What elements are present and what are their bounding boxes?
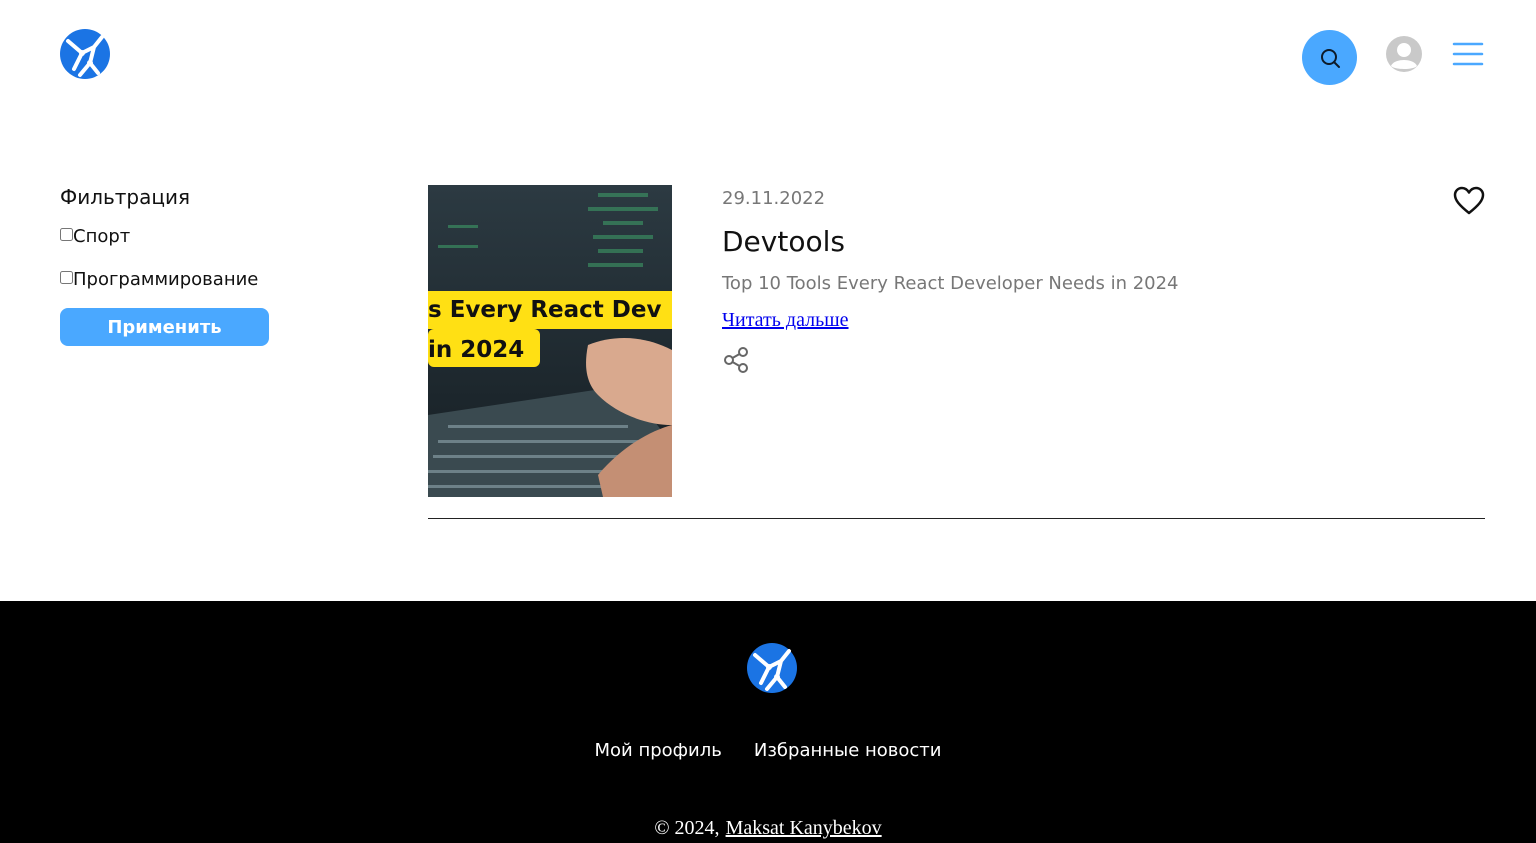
filter-option-sport[interactable]: Спорт	[60, 224, 300, 248]
footer-link-favorite-news[interactable]: Избранные новости	[754, 740, 942, 761]
filter-panel: Фильтрация Спорт Программирование Примен…	[60, 182, 300, 346]
user-avatar-icon[interactable]	[1386, 36, 1422, 72]
news-title: Devtools	[722, 225, 845, 258]
author-link[interactable]: Maksat Kanybekov	[726, 817, 882, 839]
globe-logo-icon[interactable]	[60, 29, 110, 79]
filter-checkbox-sport[interactable]	[60, 227, 73, 241]
news-card: s Every React Dev in 2024 29.11.2022 Dev…	[428, 185, 1485, 519]
share-icon[interactable]	[722, 346, 750, 374]
filter-title: Фильтрация	[60, 185, 191, 209]
news-date: 29.11.2022	[722, 188, 826, 209]
news-thumbnail[interactable]: s Every React Dev in 2024	[428, 185, 672, 497]
heart-icon[interactable]	[1453, 186, 1485, 216]
site-footer: Мой профиль Избранные новости © 2024, Mak…	[0, 601, 1536, 843]
site-header	[0, 0, 1536, 110]
footer-link-my-profile[interactable]: Мой профиль	[595, 740, 722, 761]
footer-nav: Мой профиль Избранные новости	[0, 740, 1536, 761]
copyright-text: © 2024,	[654, 817, 720, 839]
news-description: Top 10 Tools Every React Developer Needs…	[722, 273, 1179, 294]
copyright: © 2024, Maksat Kanybekov	[0, 817, 1536, 840]
hamburger-menu-icon[interactable]	[1452, 40, 1484, 68]
thumbnail-text-line2: in 2024	[428, 337, 524, 363]
filter-option-label: Программирование	[73, 268, 259, 290]
read-more-link[interactable]: Читать дальше	[722, 309, 849, 332]
filter-checkbox-programming[interactable]	[60, 270, 73, 284]
globe-logo-icon[interactable]	[747, 643, 797, 693]
filter-option-programming[interactable]: Программирование	[60, 267, 300, 291]
thumbnail-text-line1: s Every React Dev	[428, 297, 662, 323]
apply-filter-button[interactable]: Применить	[60, 308, 269, 346]
search-button[interactable]	[1302, 30, 1357, 85]
search-icon	[1320, 48, 1340, 68]
filter-option-label: Спорт	[73, 225, 131, 247]
